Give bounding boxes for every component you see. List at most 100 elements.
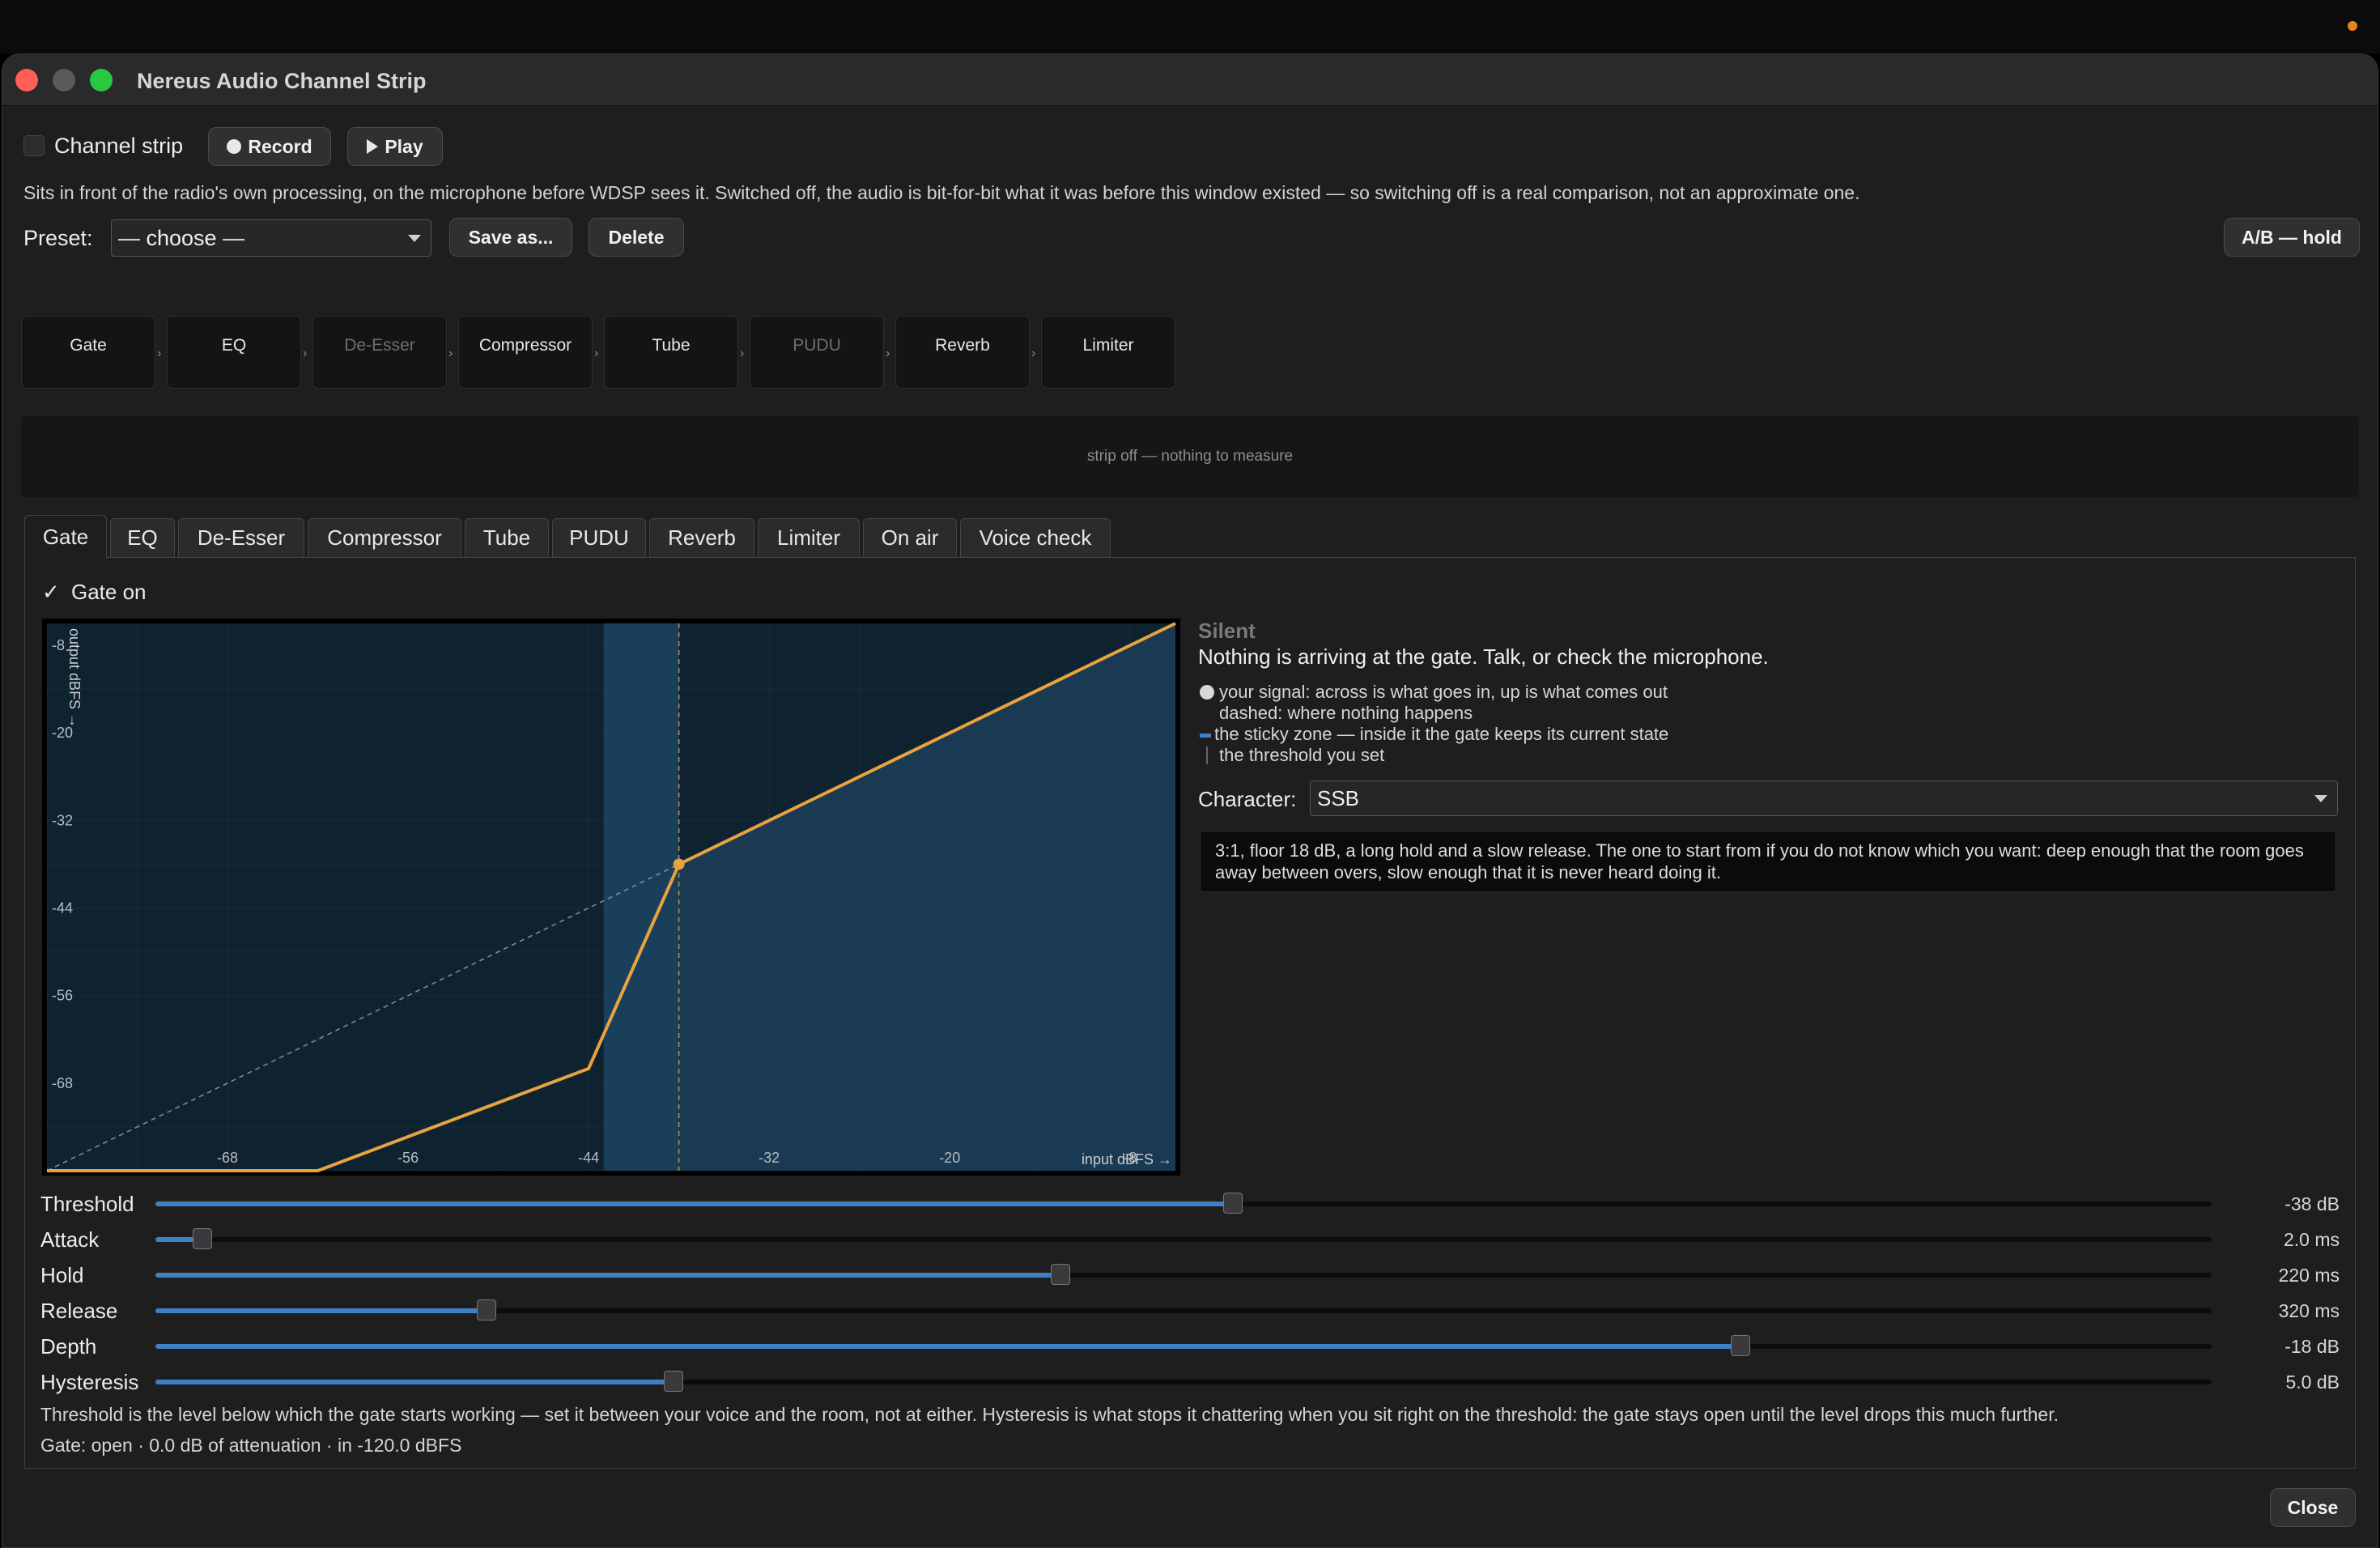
threshold-point xyxy=(673,858,685,870)
slider-handle[interactable] xyxy=(1731,1335,1751,1356)
preset-label: Preset: xyxy=(23,226,93,250)
chain-block-pudu[interactable]: PUDU xyxy=(750,316,884,389)
y-tick-label: -44 xyxy=(52,900,73,916)
slider-value-hysteresis: 5.0 dB xyxy=(2285,1372,2340,1393)
zoom-window-icon[interactable] xyxy=(90,69,113,91)
save-as-button[interactable]: Save as... xyxy=(449,218,572,257)
gate-status-text: Nothing is arriving at the gate. Talk, o… xyxy=(1198,644,1769,669)
chain-arrow-icon: › xyxy=(303,347,308,360)
gate-status-title: Silent xyxy=(1198,619,1256,643)
y-axis-label: output dBFS → xyxy=(66,628,83,728)
chain-block-limiter[interactable]: Limiter xyxy=(1041,316,1175,389)
close-button[interactable]: Close xyxy=(2270,1488,2356,1527)
slider-depth[interactable] xyxy=(155,1335,2212,1356)
slider-threshold[interactable] xyxy=(155,1193,2212,1214)
slider-handle[interactable] xyxy=(1050,1264,1070,1285)
meter-status: strip off — nothing to measure xyxy=(1086,448,1294,465)
slider-hysteresis[interactable] xyxy=(155,1371,2212,1392)
gate-transfer-graph: -68 -56 -44 -32 -20 -8 -8 -20 -32 -44 -56 -68 input … xyxy=(42,619,1180,1176)
chevron-down-icon xyxy=(408,235,421,242)
character-select[interactable]: SSB xyxy=(1310,780,2338,816)
chain-arrow-icon: › xyxy=(448,347,453,360)
y-tick-label: -8 xyxy=(52,637,65,653)
gate-curve-svg: -68 -56 -44 -32 -20 -8-8-20-32-44-56-68input … xyxy=(46,622,1176,1172)
slider-label-attack: Attack xyxy=(40,1227,100,1252)
play-button[interactable]: Play xyxy=(347,127,443,166)
slider-attack[interactable] xyxy=(155,1228,2212,1249)
slider-value-threshold: -38 dB xyxy=(2284,1193,2340,1214)
legend-dashed: dashed: where nothing happens xyxy=(1219,703,1473,723)
tab-eq[interactable]: EQ xyxy=(110,518,175,557)
tab-limiter[interactable]: Limiter xyxy=(758,518,860,557)
threshold-line-icon xyxy=(1206,746,1208,764)
minimize-window-icon[interactable] xyxy=(53,69,75,91)
slider-label-threshold: Threshold xyxy=(40,1192,134,1216)
x-tick-label: -56 xyxy=(397,1150,419,1166)
close-window-icon[interactable] xyxy=(15,69,38,91)
slider-fill xyxy=(155,1308,487,1313)
chain-block-compressor[interactable]: Compressor xyxy=(458,316,593,389)
chain-block-eq[interactable]: EQ xyxy=(167,316,301,389)
slider-fill xyxy=(155,1273,1060,1278)
gate-on-checkbox[interactable]: ✓ xyxy=(42,580,60,605)
tab-gate[interactable]: Gate xyxy=(24,515,107,559)
gate-status-line: Gate: open · 0.0 dB of attenuation · in … xyxy=(40,1435,462,1456)
intro-text: Sits in front of the radio's own process… xyxy=(23,182,1860,203)
slider-label-hold: Hold xyxy=(40,1263,84,1287)
sticky-zone xyxy=(603,623,679,1171)
slider-fill xyxy=(155,1344,1741,1349)
delete-button[interactable]: Delete xyxy=(589,218,684,257)
slider-handle[interactable] xyxy=(193,1228,213,1249)
tab-voice-check[interactable]: Voice check xyxy=(960,518,1111,557)
slider-release[interactable] xyxy=(155,1299,2212,1320)
channel-strip-checkbox[interactable] xyxy=(23,135,45,156)
y-tick-label: -56 xyxy=(52,988,73,1004)
character-label: Character: xyxy=(1198,787,1297,811)
slider-hold[interactable] xyxy=(155,1264,2212,1285)
slider-handle[interactable] xyxy=(664,1371,684,1392)
chain-block-de-esser[interactable]: De-Esser xyxy=(312,316,447,389)
sticky-zone-swatch-icon xyxy=(1200,734,1211,738)
chain-block-reverb[interactable]: Reverb xyxy=(895,316,1030,389)
slider-handle[interactable] xyxy=(476,1299,496,1320)
menu-bar xyxy=(0,0,2380,53)
tab-tube[interactable]: Tube xyxy=(465,518,549,557)
chain-arrow-icon: › xyxy=(1031,347,1036,360)
x-axis-label: input dBFS → xyxy=(1082,1151,1172,1167)
gate-help-text: Threshold is the level below which the g… xyxy=(40,1404,2059,1425)
chain-arrow-icon: › xyxy=(886,347,890,360)
chevron-down-icon xyxy=(2314,795,2327,802)
record-button[interactable]: Record xyxy=(208,127,331,166)
slider-fill xyxy=(155,1380,674,1384)
preset-select[interactable]: — choose — xyxy=(111,219,431,257)
tab-de-esser[interactable]: De-Esser xyxy=(178,518,304,557)
slider-label-hysteresis: Hysteresis xyxy=(40,1370,139,1394)
y-tick-label: -32 xyxy=(52,812,73,828)
x-tick-label: -44 xyxy=(578,1150,599,1166)
gate-on-label: Gate on xyxy=(71,580,147,604)
slider-handle[interactable] xyxy=(1222,1193,1243,1214)
slider-label-depth: Depth xyxy=(40,1334,97,1359)
chain-arrow-icon: › xyxy=(740,347,745,360)
y-tick-label: -68 xyxy=(52,1075,73,1091)
ab-hold-button[interactable]: A/B — hold xyxy=(2224,218,2360,257)
channel-strip-label: Channel strip xyxy=(54,134,184,158)
slider-value-attack: 2.0 ms xyxy=(2283,1229,2340,1250)
x-tick-label: -68 xyxy=(217,1150,238,1166)
record-icon xyxy=(227,139,242,154)
play-icon xyxy=(367,139,379,154)
character-description: 3:1, floor 18 dB, a long hold and a slow… xyxy=(1200,831,2336,892)
slider-fill xyxy=(155,1201,1233,1206)
title-bar: Nereus Audio Channel Strip xyxy=(2,54,2378,106)
slider-label-release: Release xyxy=(40,1299,118,1323)
slider-value-depth: -18 dB xyxy=(2284,1336,2340,1357)
window-title: Nereus Audio Channel Strip xyxy=(137,69,427,93)
tab-reverb[interactable]: Reverb xyxy=(649,518,754,557)
slider-value-hold: 220 ms xyxy=(2278,1265,2340,1286)
chain-block-tube[interactable]: Tube xyxy=(604,316,738,389)
tab-pudu[interactable]: PUDU xyxy=(552,518,646,557)
tab-compressor[interactable]: Compressor xyxy=(308,518,461,557)
slider-value-release: 320 ms xyxy=(2278,1300,2340,1321)
chain-block-gate[interactable]: Gate xyxy=(21,316,155,389)
tab-on-air[interactable]: On air xyxy=(863,518,957,557)
